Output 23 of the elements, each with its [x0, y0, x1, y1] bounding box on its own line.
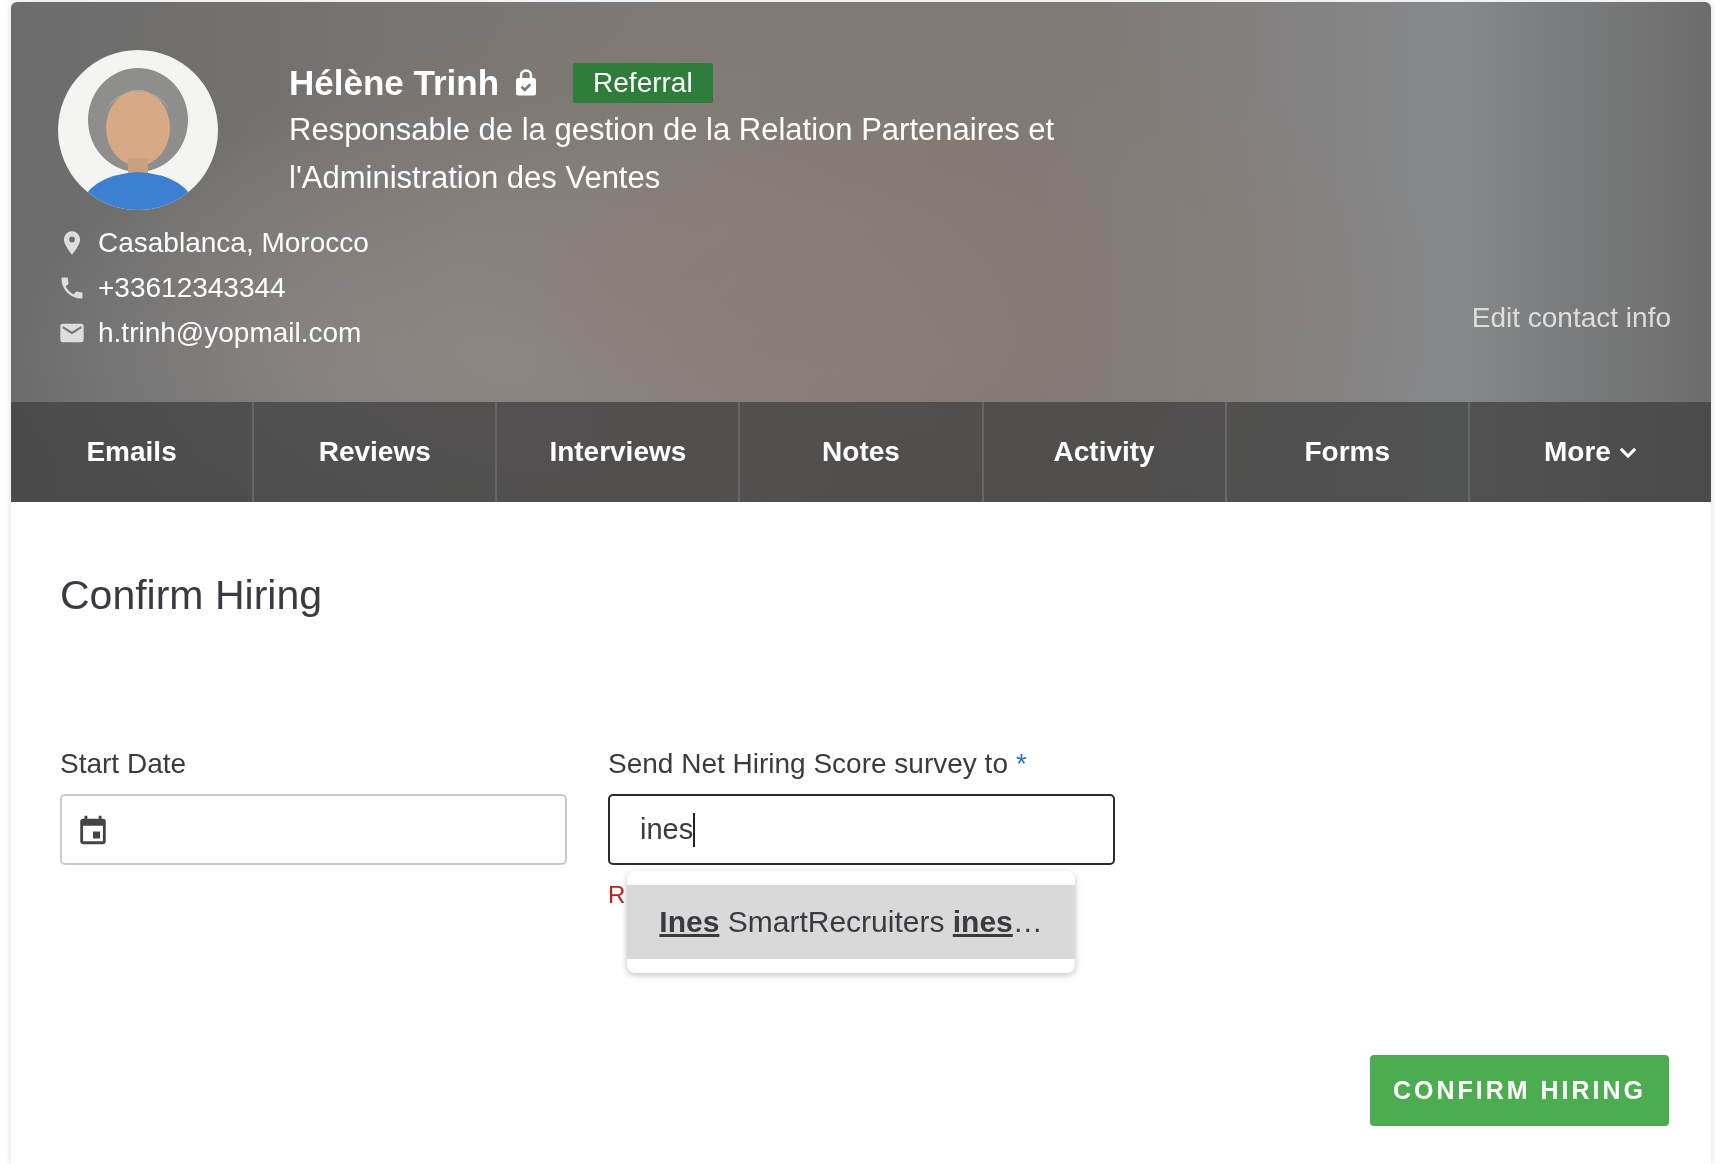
nav-tab[interactable]: More	[1467, 402, 1711, 502]
survey-field[interactable]: ines	[608, 794, 1115, 865]
nav-tab[interactable]: Interviews	[495, 402, 739, 502]
job-title: Responsable de la gestion de la Relation Partenaires et l'Administration des Ventes	[289, 111, 1056, 197]
nav-tab[interactable]: Reviews	[252, 402, 496, 502]
email-address: h.trinh@yopmail.com	[98, 316, 362, 349]
section-heading: Confirm Hiring	[60, 572, 323, 619]
phone-number: +33612343344	[98, 271, 286, 304]
location-text: Casablanca, Morocco	[98, 226, 369, 259]
error-text: R	[608, 881, 626, 909]
suggestion-item[interactable]: Ines SmartRecruiters ines…	[627, 885, 1075, 959]
source-badge: Referral	[573, 63, 713, 103]
nav-tab[interactable]: Emails	[11, 402, 253, 502]
date-field[interactable]	[60, 794, 567, 865]
field-label: Send Net Hiring Score survey to	[608, 747, 1008, 781]
nav-tab[interactable]: Forms	[1224, 402, 1468, 502]
required-mark: *	[1015, 748, 1027, 780]
nav-tab[interactable]: Activity	[981, 402, 1225, 502]
field-label: Start Date	[60, 747, 188, 781]
candidate-name: Hélène Trinh	[289, 62, 500, 104]
chevron-down-icon	[1618, 446, 1637, 458]
nav-tab[interactable]: Notes	[738, 402, 982, 502]
text-cursor	[693, 812, 696, 847]
